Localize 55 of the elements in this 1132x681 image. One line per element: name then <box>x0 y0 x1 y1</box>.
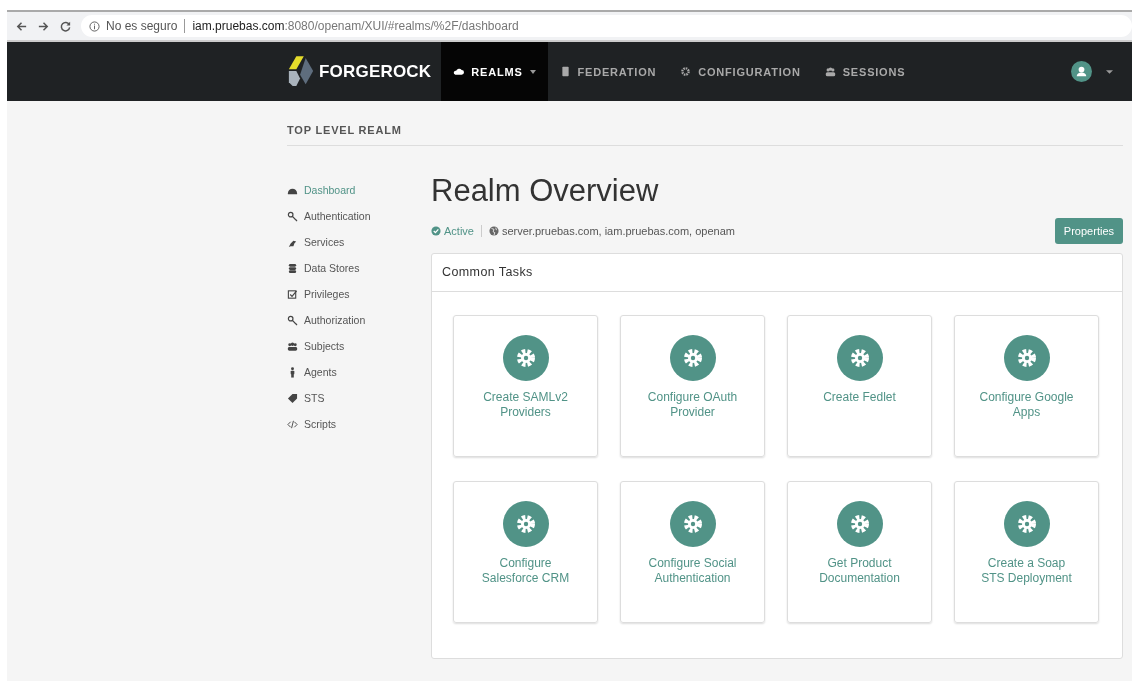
server-icon <box>559 66 571 77</box>
gear-icon <box>669 335 716 381</box>
sidebar-item[interactable]: STS <box>287 385 431 411</box>
gear-icon <box>680 66 692 77</box>
gear-icon <box>1003 335 1050 381</box>
key-icon <box>287 210 298 222</box>
realm-aliases: server.pruebas.com, iam.pruebas.com, openam <box>501 225 735 237</box>
user-avatar-icon[interactable] <box>1071 61 1092 82</box>
sidebar-item[interactable]: Authentication <box>287 203 431 229</box>
nav-tab[interactable]: FEDERATION <box>547 42 669 101</box>
realm-heading: TOP LEVEL REALM <box>287 101 1123 146</box>
properties-button[interactable]: Properties <box>1054 218 1123 244</box>
task-card[interactable]: Create a Soap STS Deployment <box>954 481 1099 623</box>
key-icon <box>287 314 298 326</box>
nav-tab[interactable]: REALMS <box>441 42 548 101</box>
gear-icon <box>502 335 549 381</box>
sidebar-item[interactable]: Privileges <box>287 281 431 307</box>
sidebar-item[interactable]: Subjects <box>287 333 431 359</box>
database-icon <box>287 262 298 274</box>
tag-icon <box>287 392 298 404</box>
sidebar-item[interactable]: Data Stores <box>287 255 431 281</box>
task-card[interactable]: Configure Social Authentication <box>620 481 765 623</box>
checkbox-icon <box>287 288 298 300</box>
users-icon <box>287 340 298 352</box>
globe-icon <box>488 226 499 236</box>
caret-icon[interactable] <box>1106 69 1113 74</box>
task-card[interactable]: Create SAMLv2 Providers <box>453 315 598 457</box>
task-card[interactable]: Get Product Documentation <box>787 481 932 623</box>
panel-title: Common Tasks <box>432 254 1122 292</box>
sidebar-item[interactable]: Agents <box>287 359 431 385</box>
check-circle-icon <box>431 226 441 236</box>
gear-icon <box>1003 501 1050 547</box>
brand-name[interactable]: FORGEROCK <box>319 61 432 82</box>
task-card[interactable]: Configure Salesforce CRM <box>453 481 598 623</box>
code-icon <box>287 418 298 430</box>
cloud-icon <box>453 66 465 77</box>
users-icon <box>824 66 836 77</box>
gear-icon <box>836 335 883 381</box>
sidebar-item[interactable]: Scripts <box>287 411 431 437</box>
sidebar-item[interactable]: Services <box>287 229 431 255</box>
nav-tab[interactable]: SESSIONS <box>812 42 918 101</box>
task-card[interactable]: Configure OAuth Provider <box>620 315 765 457</box>
address-bar[interactable]: No es seguro iam.pruebas.com:8080/openam/XUI/#realms/%2F/dashboard <box>81 15 1132 37</box>
sidebar-item[interactable]: Dashboard <box>287 177 431 203</box>
reload-icon[interactable] <box>59 19 72 33</box>
gear-icon <box>836 501 883 547</box>
task-card[interactable]: Configure Google Apps <box>954 315 1099 457</box>
nav-tab[interactable]: CONFIGURATION <box>668 42 813 101</box>
gear-icon <box>502 501 549 547</box>
logo-icon <box>287 55 315 88</box>
task-card[interactable]: Create Fedlet <box>787 315 932 457</box>
gear-icon <box>669 501 716 547</box>
page-title: Realm Overview <box>431 173 660 210</box>
sidebar-item[interactable]: Authorization <box>287 307 431 333</box>
status-text: Active <box>444 225 474 237</box>
